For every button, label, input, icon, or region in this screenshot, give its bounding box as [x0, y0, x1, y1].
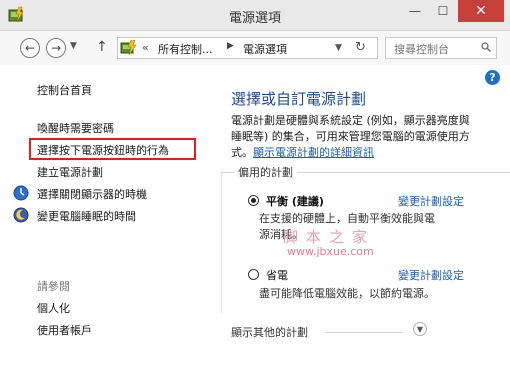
change-sleep-time-link[interactable]: 變更電腦睡眠的時間: [37, 208, 136, 224]
search-input[interactable]: [392, 39, 482, 59]
description-line: 電源計劃是硬體與系統設定 (例如，顯示器亮度與: [231, 114, 470, 127]
address-dropdown-icon[interactable]: ▼: [335, 43, 342, 53]
choose-display-off-link[interactable]: 選擇關閉顯示器的時機: [37, 186, 147, 202]
display-icon: [13, 185, 29, 201]
breadcrumb-all-control-panel[interactable]: 所有控制...: [158, 41, 213, 57]
search-box[interactable]: [385, 37, 497, 59]
breadcrumb-separator-icon[interactable]: ▶: [227, 41, 234, 51]
plan-description-line: 盡可能降低電腦效能，以節約電源。: [259, 287, 435, 300]
balanced-radio[interactable]: [248, 195, 259, 206]
change-plan-settings-link-balanced[interactable]: 變更計劃設定: [398, 193, 464, 209]
description-line-end: 式。: [231, 146, 253, 159]
create-power-plan-link[interactable]: 建立電源計劃: [37, 164, 103, 180]
search-icon[interactable]: [481, 42, 491, 52]
require-password-on-wakeup-link[interactable]: 喚醒時需要密碼: [37, 120, 114, 136]
navigation-bar: ← → ▼ ↑ « 所有控制... ▶ 電源選項 ▼ ↻: [0, 31, 510, 65]
show-additional-plans-label[interactable]: 顯示其他的計劃: [231, 324, 308, 340]
power-options-window: 電源選項 — ☐ ✕ ← → ▼ ↑ « 所有控制... ▶ 電源選項 ▼ ↻: [0, 0, 510, 367]
maximize-button[interactable]: ☐: [430, 0, 456, 22]
plan-description-line: 在支援的硬體上，自動平衡效能與電: [259, 212, 435, 225]
plan-description: 電源計劃是硬體與系統設定 (例如，顯示器亮度與 睡眠等) 的集合，可用來管理您電…: [231, 113, 504, 161]
description-line: 式。顯示電源計劃的詳細資訊: [231, 145, 504, 161]
power-saver-radio[interactable]: [248, 269, 259, 280]
description-line: 睡眠等) 的集合，可用來管理您電腦的電源使用方: [231, 130, 470, 143]
close-button[interactable]: ✕: [458, 0, 504, 22]
personalization-link[interactable]: 個人化: [37, 300, 70, 316]
user-accounts-link[interactable]: 使用者帳戶: [37, 322, 92, 338]
page-title: 選擇或自訂電源計劃: [231, 90, 367, 108]
see-also-label: 請參閱: [37, 280, 70, 293]
refresh-icon[interactable]: ↻: [355, 40, 366, 55]
address-bar[interactable]: « 所有控制... ▶ 電源選項 ▼ ↻: [117, 37, 378, 59]
choose-power-button-action-link[interactable]: 選擇按下電源按鈕時的行為: [37, 142, 169, 158]
group-title: 偏用的計劃: [234, 164, 297, 180]
plan-details-link[interactable]: 顯示電源計劃的詳細資訊: [253, 146, 374, 159]
minimize-button[interactable]: —: [402, 0, 428, 22]
change-plan-settings-link-power-saver[interactable]: 變更計劃設定: [398, 267, 464, 283]
address-overflow[interactable]: «: [142, 41, 149, 54]
breadcrumb-power-options[interactable]: 電源選項: [243, 41, 287, 57]
help-button[interactable]: ?: [485, 70, 500, 85]
recent-locations-dropdown[interactable]: ▼: [70, 41, 77, 51]
main-content: ? 選擇或自訂電源計劃 電源計劃是硬體與系統設定 (例如，顯示器亮度與 睡眠等)…: [215, 66, 510, 367]
watermark-text: 脚本之家: [283, 228, 376, 246]
back-button[interactable]: ←: [20, 38, 40, 58]
control-panel-home-link[interactable]: 控制台首頁: [37, 82, 92, 98]
balanced-plan-name[interactable]: 平衡 (建議): [266, 193, 324, 209]
expand-icon[interactable]: ▼: [413, 322, 427, 336]
watermark-url: www.jbxue.com: [287, 245, 374, 258]
left-task-pane: 控制台首頁 喚醒時需要密碼 選擇按下電源按鈕時的行為 建立電源計劃 選擇關閉顯示…: [0, 66, 215, 367]
moon-icon: [13, 207, 29, 223]
title-bar: 電源選項 — ☐ ✕: [0, 0, 510, 31]
power-saver-plan-name[interactable]: 省電: [266, 267, 288, 283]
power-saver-plan-description: 盡可能降低電腦效能，以節約電源。: [259, 286, 474, 302]
divider: [325, 332, 403, 333]
control-panel-icon: [120, 40, 137, 56]
up-button[interactable]: ↑: [96, 39, 108, 55]
forward-button[interactable]: →: [46, 38, 66, 58]
